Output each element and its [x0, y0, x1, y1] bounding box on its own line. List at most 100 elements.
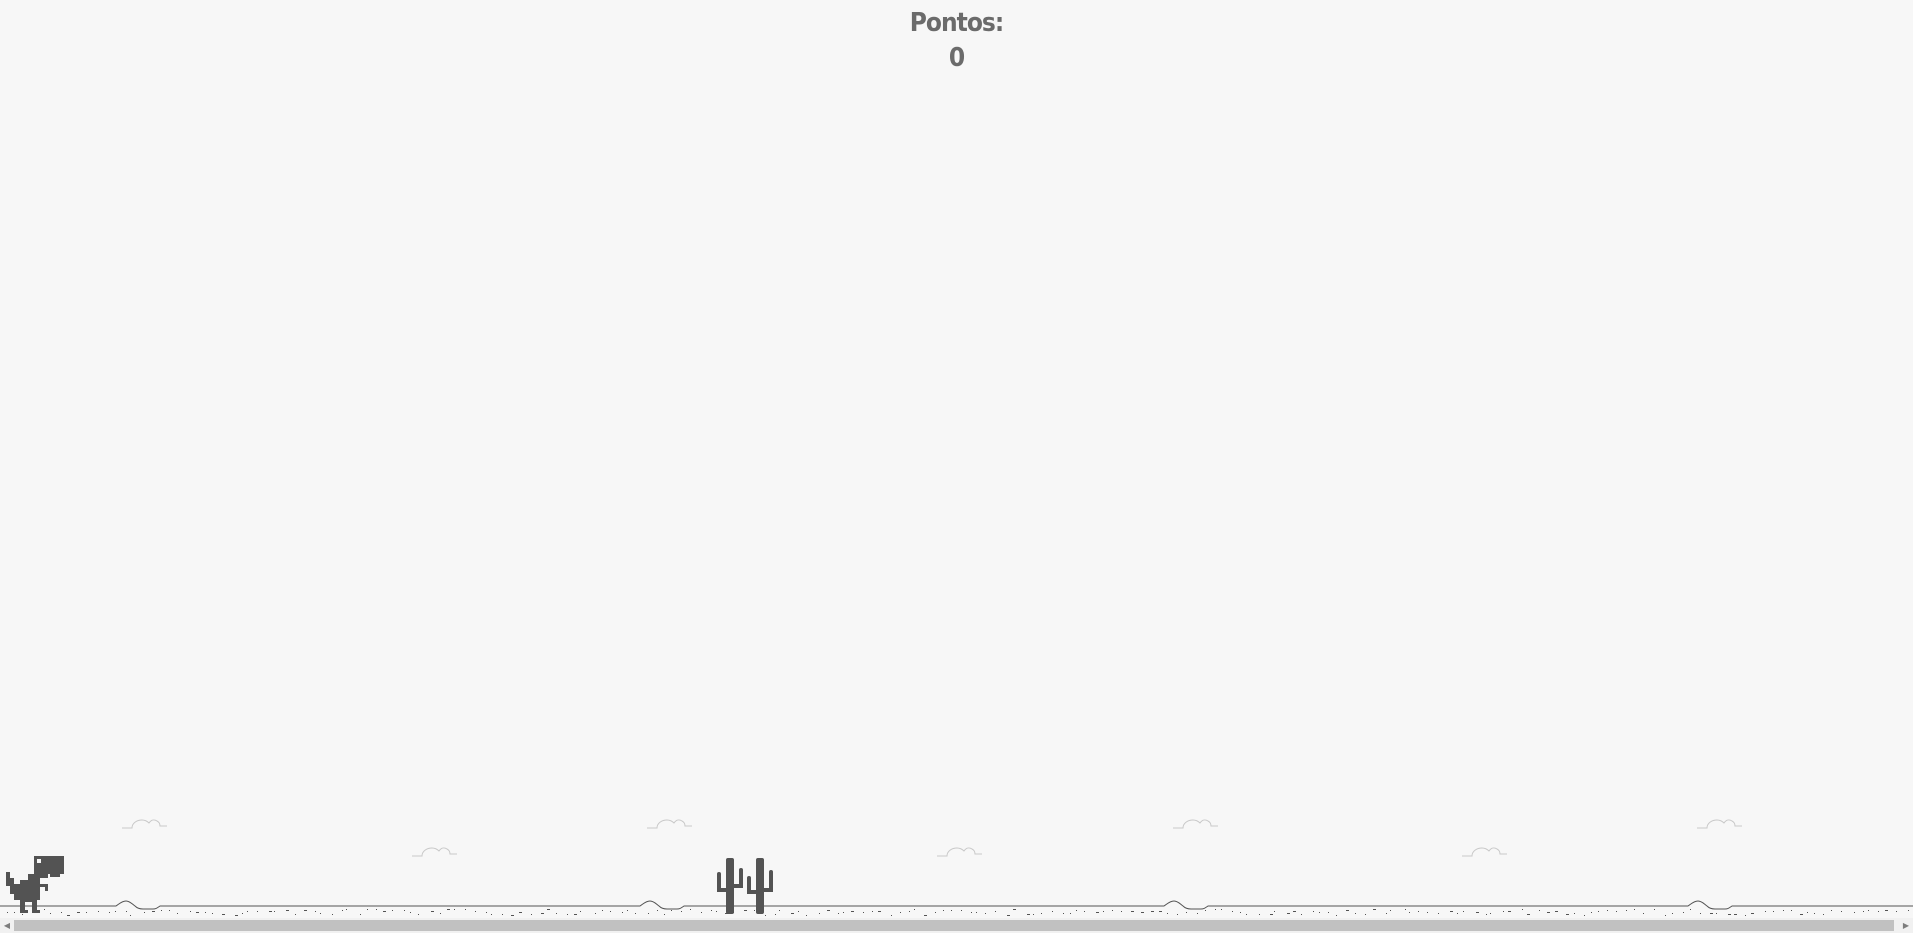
ground-pebble: [190, 911, 191, 912]
ground-pebble: [1159, 911, 1162, 912]
ground-pebble: [961, 910, 962, 911]
ground-pebble: [404, 910, 405, 911]
ground-pebble: [595, 913, 596, 914]
ground-pebble: [86, 912, 87, 913]
ground-pebble: [1405, 909, 1406, 910]
ground-pebble: [1121, 911, 1122, 912]
ground-pebble: [1052, 911, 1053, 912]
ground-pebble: [1177, 914, 1178, 915]
ground-pebble: [304, 910, 307, 911]
ground-pebble: [491, 914, 492, 915]
ground: [0, 900, 1913, 916]
ground-pebble: [547, 909, 550, 910]
game-scene: [0, 819, 1913, 916]
ground-pebble: [1418, 911, 1419, 912]
cloud-icon: [937, 847, 982, 857]
ground-pebble: [765, 915, 766, 916]
ground-pebble: [77, 912, 80, 913]
ground-pebble: [392, 910, 393, 911]
ground-pebble: [1555, 911, 1558, 912]
ground-pebble: [465, 909, 466, 910]
t-rex-icon[interactable]: [6, 856, 64, 913]
ground-pebble: [7, 912, 8, 913]
ground-pebble: [711, 910, 712, 911]
ground-pebble: [648, 913, 649, 914]
ground-pebble: [235, 915, 238, 916]
ground-pebble: [1033, 914, 1034, 915]
ground-pebble: [242, 913, 243, 914]
ground-pebble: [1868, 910, 1869, 911]
ground-pebble: [1041, 913, 1042, 914]
ground-pebble: [1427, 912, 1428, 913]
cloud-icon: [1173, 819, 1218, 829]
ground-pebble: [1112, 910, 1113, 911]
ground-pebble: [602, 910, 603, 911]
ground-pebble: [1096, 912, 1099, 913]
ground-pebble: [681, 911, 682, 912]
scroll-right-arrow-icon[interactable]: ▶: [1899, 918, 1913, 933]
ground-pebble: [541, 913, 544, 914]
ground-pebble: [22, 914, 23, 915]
ground-pebble: [1346, 910, 1349, 911]
ground-pebble: [909, 911, 910, 912]
ground-pebble: [320, 913, 321, 914]
ground-pebble: [1319, 912, 1320, 913]
ground-pebble: [863, 912, 864, 913]
ground-pebble: [1287, 913, 1290, 914]
cloud-icon: [647, 819, 692, 829]
ground-pebble: [14, 912, 15, 913]
cloud-icon: [1462, 847, 1507, 857]
ground-pebble: [1643, 913, 1644, 914]
ground-pebble: [827, 910, 830, 911]
ground-pebble: [819, 913, 820, 914]
ground-pebble: [985, 913, 986, 914]
ground-pebble: [1598, 911, 1599, 912]
ground-pebble: [1831, 910, 1832, 911]
ground-pebble: [1791, 910, 1792, 911]
ground-pebble: [418, 914, 419, 915]
ground-pebble: [1751, 913, 1754, 914]
ground-pebble: [169, 910, 170, 911]
ground-pebble: [1878, 911, 1879, 912]
ground-pebble: [1409, 912, 1410, 913]
game-canvas[interactable]: Pontos: 0 ◀ ▶: [0, 0, 1913, 933]
ground-pebble: [1486, 914, 1487, 915]
ground-pebble: [109, 912, 110, 913]
ground-pebble: [50, 913, 51, 914]
ground-pebble: [754, 910, 755, 911]
ground-pebble: [891, 915, 892, 916]
ground-pebble: [1103, 911, 1104, 912]
ground-pebble: [519, 912, 522, 913]
ground-pebble: [872, 911, 873, 912]
ground-pebble: [1654, 909, 1655, 910]
ground-pebble: [1205, 910, 1206, 911]
scrollbar-thumb[interactable]: [14, 920, 1894, 931]
ground-pebble: [627, 910, 628, 911]
ground-pebble: [1151, 911, 1154, 912]
ground-pebble: [851, 911, 854, 912]
ground-pebble: [1293, 911, 1296, 912]
cloud-icon: [412, 847, 457, 857]
ground-pebble: [1313, 911, 1314, 912]
ground-pebble: [115, 911, 116, 912]
ground-pebble: [1007, 915, 1010, 916]
ground-pebble: [1131, 911, 1134, 912]
ground-pebble: [1336, 915, 1337, 916]
ground-pebble: [951, 910, 952, 911]
ground-pebble: [1373, 909, 1376, 910]
ground-pebble: [1246, 914, 1247, 915]
ground-pebble: [205, 912, 206, 913]
ground-pebble: [1240, 912, 1241, 913]
ground-pebble: [1745, 915, 1746, 916]
ground-pebble: [1683, 912, 1684, 913]
ground-pebble: [798, 911, 799, 912]
ground-pebble: [791, 913, 794, 914]
scroll-left-arrow-icon[interactable]: ◀: [0, 918, 14, 933]
ground-pebble: [1908, 910, 1909, 911]
horizontal-scrollbar[interactable]: ◀ ▶: [0, 918, 1913, 933]
ground-pebble: [61, 912, 62, 913]
ground-pebble: [1027, 914, 1030, 915]
ground-pebble: [1591, 912, 1592, 913]
ground-pebble: [1765, 911, 1766, 912]
ground-pebble: [367, 909, 368, 910]
